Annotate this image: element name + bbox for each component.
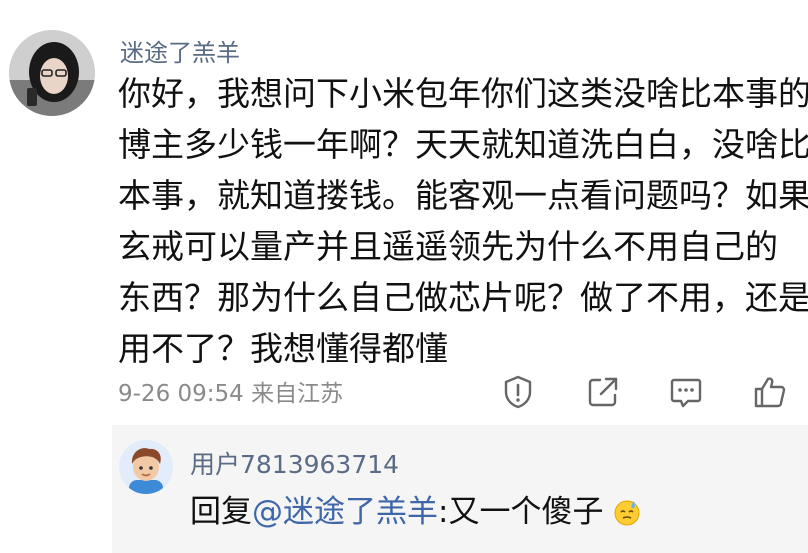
comment-line: 博主多少钱一年啊？天天就知道洗白白，没啥比 — [118, 125, 808, 164]
reply-text: 回复@迷途了羔羊:又一个傻子 — [190, 486, 641, 531]
comment-line: 你好，我想问下小米包年你们这类没啥比本事的 — [118, 74, 808, 113]
comment-line: 玄戒可以量产并且遥遥领先为什么不用自己的 — [118, 227, 778, 266]
reply-mention[interactable]: @迷途了羔羊 — [252, 494, 438, 530]
comment-icon[interactable] — [668, 374, 704, 410]
reply-content: :又一个傻子 — [438, 494, 604, 530]
comment-username[interactable]: 迷途了羔羊 — [120, 33, 240, 68]
comment-avatar[interactable] — [9, 30, 95, 116]
comment-line: 用不了？我想懂得都懂 — [118, 329, 448, 368]
sweat-emoji-icon — [613, 498, 641, 526]
comment-line: 东西？那为什么自己做芯片呢？做了不用，还是 — [118, 278, 808, 317]
alert-icon[interactable] — [500, 374, 536, 410]
like-icon[interactable] — [752, 374, 788, 410]
comment-meta: 9-26 09:54 来自江苏 — [118, 381, 344, 407]
reply-prefix: 回复 — [190, 494, 252, 530]
reply-username[interactable]: 用户7813963714 — [190, 445, 399, 481]
comment-line: 本事，就知道搂钱。能客观一点看问题吗？如果 — [118, 176, 808, 215]
reply-avatar[interactable] — [119, 440, 173, 494]
share-icon[interactable] — [585, 374, 621, 410]
comment-text: 你好，我想问下小米包年你们这类没啥比本事的 博主多少钱一年啊？天天就知道洗白白，… — [118, 68, 808, 374]
